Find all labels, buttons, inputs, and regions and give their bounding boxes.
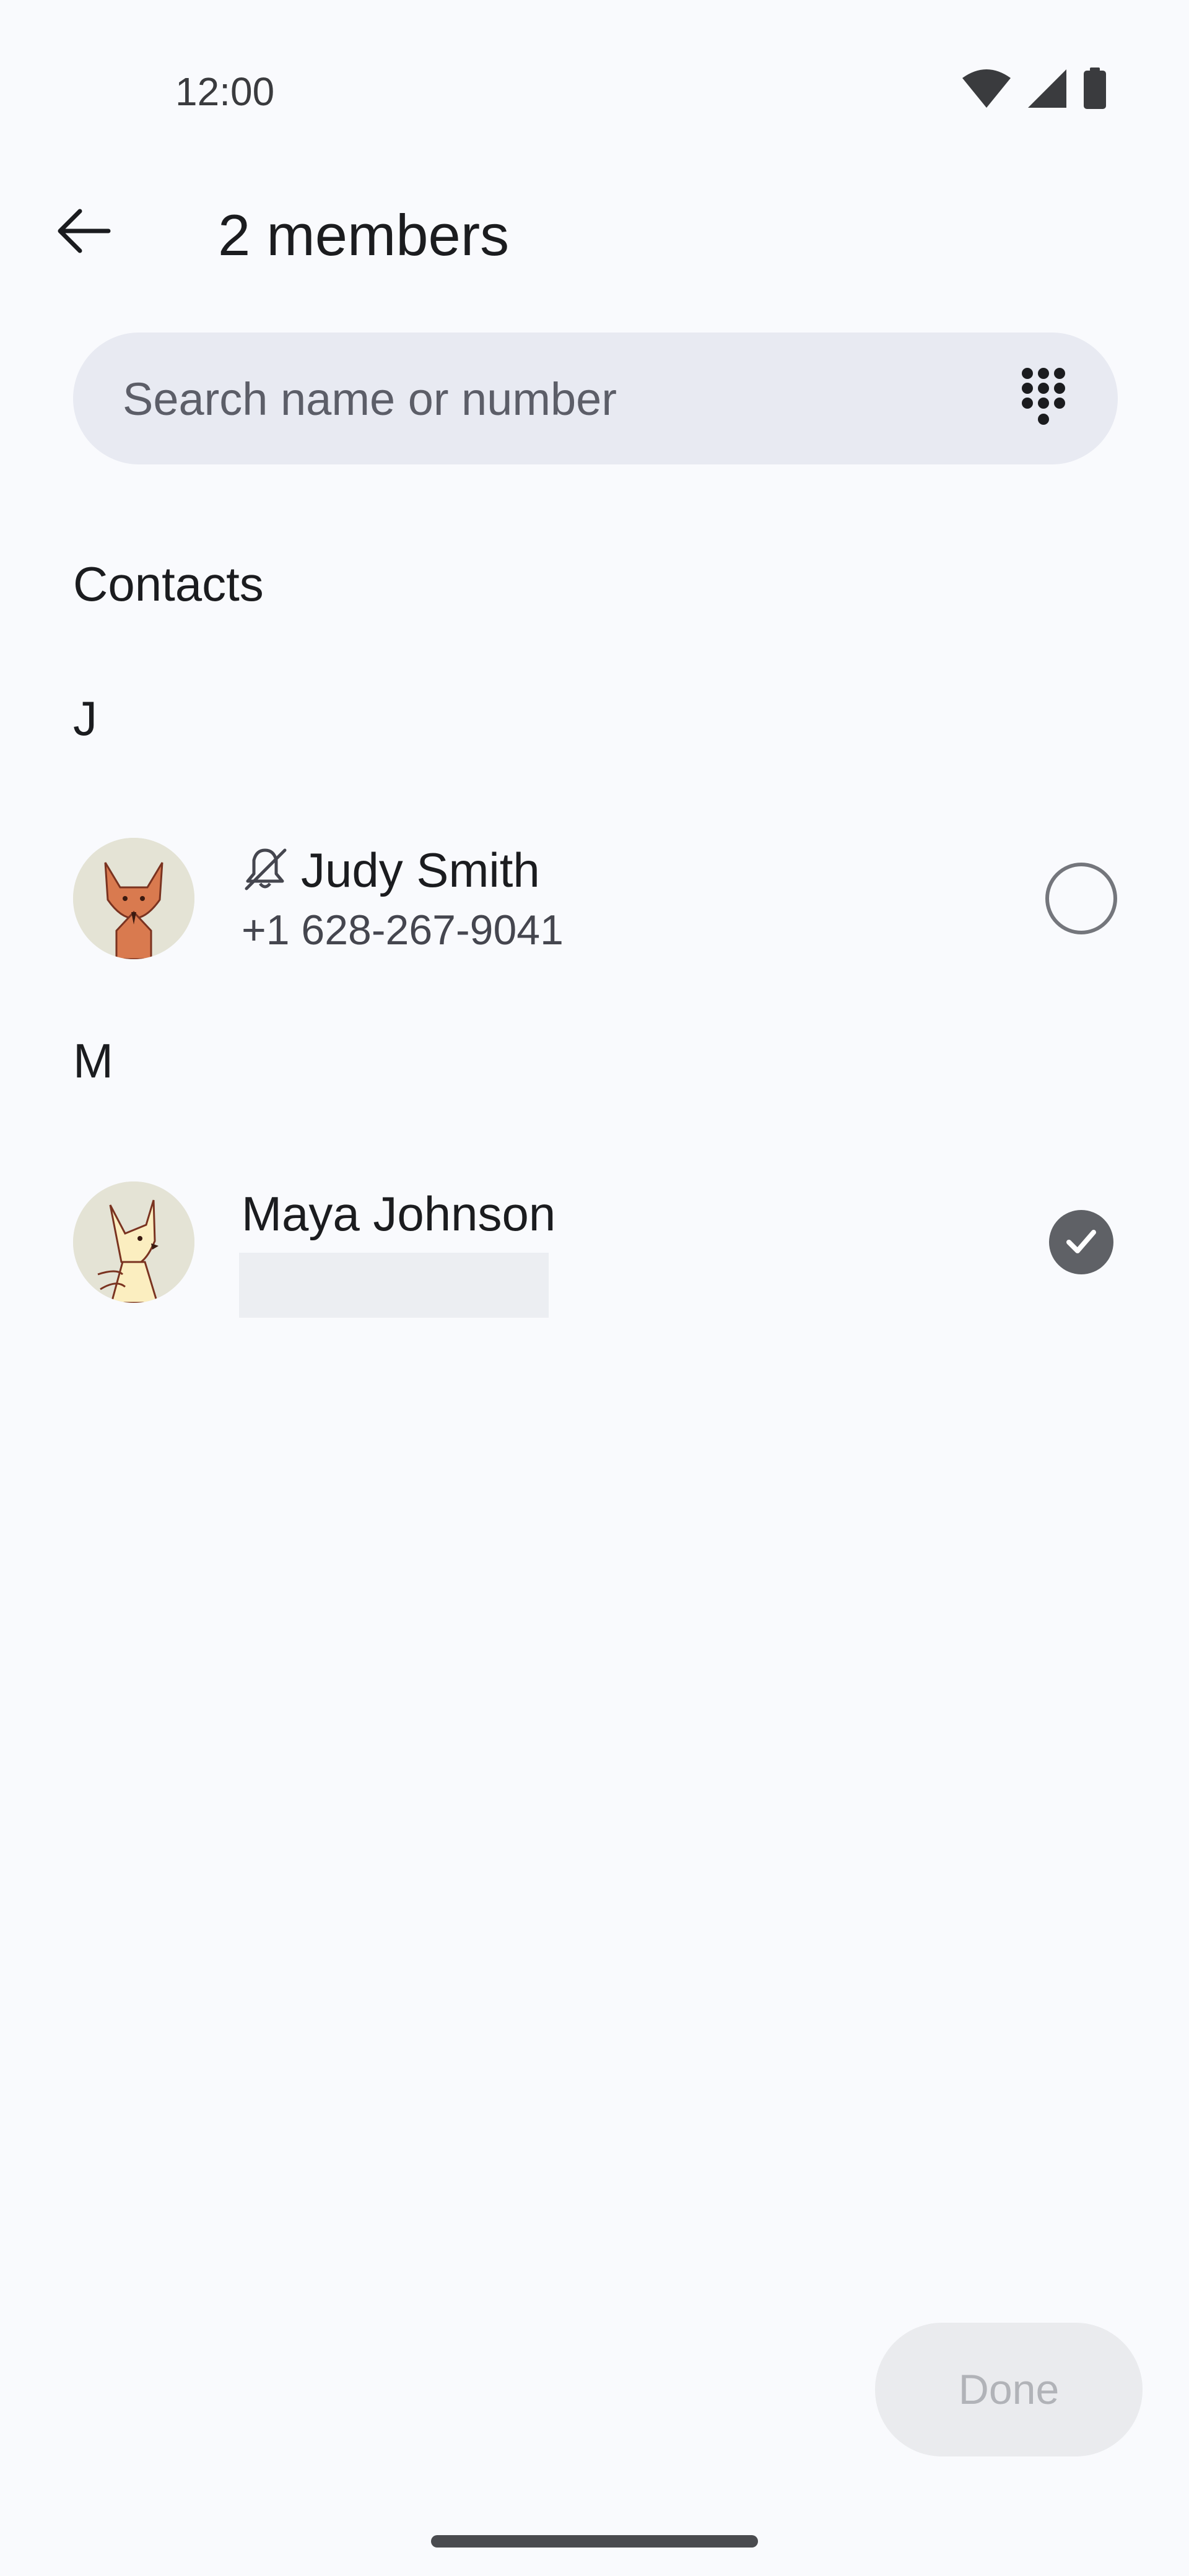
- back-button[interactable]: [43, 192, 124, 272]
- redacted-phone: [239, 1253, 549, 1318]
- wifi-icon: [961, 68, 1012, 112]
- contact-row[interactable]: Judy Smith +1 628-267-9041: [0, 808, 1189, 988]
- contact-name-wrap: Maya Johnson: [242, 1186, 555, 1242]
- letter-header: J: [73, 691, 97, 746]
- contact-row[interactable]: Maya Johnson: [0, 1152, 1189, 1331]
- notifications-off-icon: [242, 845, 289, 895]
- avatar: [73, 838, 194, 959]
- page-title: 2 members: [218, 202, 510, 268]
- contact-name: Maya Johnson: [242, 1186, 556, 1241]
- search-input[interactable]: [121, 333, 929, 466]
- dialpad-button[interactable]: [1006, 361, 1081, 435]
- dialpad-icon: [1019, 366, 1068, 431]
- contact-phone: +1 628-267-9041: [242, 907, 564, 954]
- letter-header: M: [73, 1033, 113, 1088]
- status-bar-time: 12:00: [175, 69, 275, 114]
- select-checkbox-checked[interactable]: [1049, 1210, 1113, 1274]
- section-header-contacts: Contacts: [73, 557, 264, 611]
- contact-name-wrap: Judy Smith: [242, 842, 540, 898]
- avatar: [73, 1181, 194, 1303]
- contact-name: Judy Smith: [301, 843, 540, 897]
- select-radio-unchecked[interactable]: [1045, 863, 1117, 934]
- cellular-signal-icon: [1027, 68, 1068, 112]
- battery-icon: [1082, 67, 1107, 113]
- check-icon: [1063, 1222, 1100, 1263]
- status-bar-icons: [961, 67, 1107, 113]
- done-button[interactable]: Done: [875, 2323, 1143, 2456]
- arrow-back-icon: [54, 201, 113, 264]
- home-indicator[interactable]: [431, 2535, 758, 2548]
- search-bar[interactable]: [73, 333, 1118, 466]
